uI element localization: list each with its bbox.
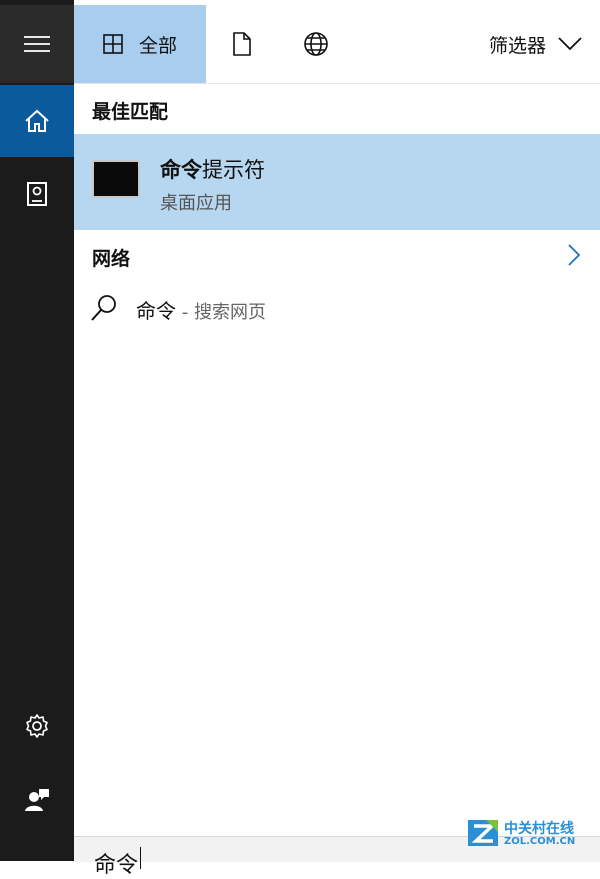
chevron-right-icon[interactable] — [568, 244, 580, 266]
grid-icon — [103, 34, 123, 54]
hamburger-icon — [24, 36, 50, 52]
tab-web[interactable] — [288, 5, 344, 83]
document-icon — [233, 32, 251, 56]
left-rail — [0, 0, 74, 861]
filter-tabs-bar: 全部 筛选器 — [74, 5, 600, 84]
filter-dropdown[interactable]: 筛选器 — [489, 5, 582, 83]
feedback-icon — [25, 789, 49, 811]
tab-all-label: 全部 — [138, 34, 177, 57]
search-icon — [91, 295, 116, 321]
chevron-down-icon — [558, 37, 582, 51]
web-heading: 网络 — [92, 248, 131, 270]
notebook-button[interactable] — [0, 158, 74, 230]
home-button[interactable] — [0, 85, 74, 157]
filter-label: 筛选器 — [488, 34, 546, 57]
home-icon — [25, 109, 49, 132]
best-match-item[interactable]: 命令提示符 桌面应用 — [74, 134, 600, 230]
watermark: 中关村在线 ZOL.COM.CN — [466, 816, 586, 852]
gear-icon — [26, 714, 48, 738]
globe-icon — [304, 32, 328, 56]
search-query: 命令 — [94, 847, 142, 879]
watermark-brand: 中关村在线 — [504, 821, 574, 837]
best-match-heading: 最佳匹配 — [92, 101, 169, 123]
notebook-icon — [27, 182, 47, 206]
settings-button[interactable] — [0, 692, 74, 760]
menu-button[interactable] — [0, 5, 74, 83]
tab-all[interactable]: 全部 — [74, 5, 206, 83]
web-suggestion-text: 命令 - 搜索网页 — [136, 299, 266, 323]
best-match-name: 命令提示符 — [160, 158, 265, 182]
search-panel: 全部 筛选器 最佳匹配 命令提示符 桌面应用 网络 命令 - 搜索网页 命令 中… — [74, 0, 600, 878]
zol-logo-icon — [468, 820, 498, 846]
tab-documents[interactable] — [214, 5, 270, 83]
watermark-domain: ZOL.COM.CN — [504, 836, 576, 847]
best-match-subtitle: 桌面应用 — [160, 193, 232, 214]
feedback-button[interactable] — [0, 764, 74, 836]
web-search-suggestion[interactable]: 命令 - 搜索网页 — [74, 286, 600, 332]
command-prompt-icon — [92, 160, 140, 198]
